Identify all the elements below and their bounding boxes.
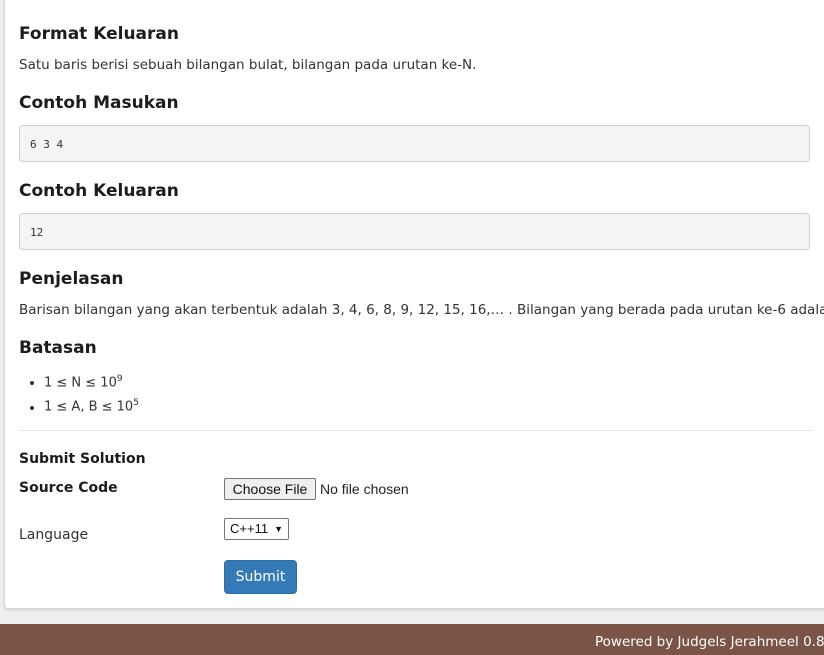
- sample-input-heading: Contoh Masukan: [19, 93, 179, 113]
- language-select[interactable]: C++11 ▼: [224, 518, 289, 540]
- sample-output-heading: Contoh Keluaran: [19, 181, 179, 201]
- language-label: Language: [19, 527, 89, 543]
- footer-text: Powered by Judgels Jerahmeel 0.8.0: [595, 634, 824, 650]
- problem-panel: Format Keluaran Satu baris berisi sebuah…: [4, 0, 824, 609]
- constraint-item: 1 ≤ A, B ≤ 105: [44, 393, 139, 417]
- explanation-text: Barisan bilangan yang akan terbentuk ada…: [19, 302, 824, 318]
- constraints-list: 1 ≤ N ≤ 109 1 ≤ A, B ≤ 105: [19, 369, 139, 418]
- constraints-heading: Batasan: [19, 338, 97, 358]
- constraint-text: 1 ≤ A, B ≤ 10: [44, 399, 134, 415]
- language-select-value: C++11: [230, 521, 269, 536]
- file-status-text: No file chosen: [320, 481, 409, 497]
- output-format-text: Satu baris berisi sebuah bilangan bulat,…: [19, 57, 477, 73]
- constraint-text: 1 ≤ N ≤ 10: [44, 375, 117, 391]
- constraint-exponent: 9: [116, 374, 123, 384]
- submit-button[interactable]: Submit: [224, 560, 297, 594]
- submit-solution-title: Submit Solution: [19, 451, 146, 467]
- footer: Powered by Judgels Jerahmeel 0.8.0: [0, 624, 824, 655]
- explanation-heading: Penjelasan: [19, 269, 124, 289]
- output-format-heading: Format Keluaran: [19, 24, 179, 44]
- constraint-exponent: 5: [133, 398, 139, 409]
- constraint-item: 1 ≤ N ≤ 109: [44, 369, 139, 393]
- sample-input-box: 6 3 4: [19, 125, 810, 162]
- sample-output-box: 12: [19, 213, 810, 250]
- choose-file-button[interactable]: Choose File: [224, 478, 316, 500]
- section-divider: [19, 430, 813, 431]
- source-code-label: Source Code: [19, 480, 118, 496]
- chevron-down-icon: ▼: [274, 524, 283, 534]
